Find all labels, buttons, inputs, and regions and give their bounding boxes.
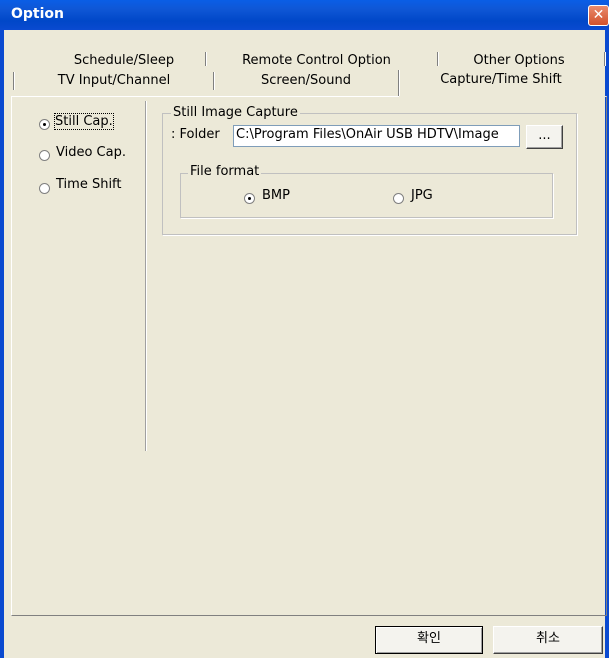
still-image-capture-title: Still Image Capture <box>171 105 300 120</box>
close-icon: ✕ <box>592 7 605 23</box>
browse-folder-button[interactable]: ... <box>526 125 563 149</box>
tab-separator <box>205 52 207 66</box>
active-tab-joint <box>399 96 606 97</box>
jpg-label[interactable]: JPG <box>411 188 433 203</box>
tab-remote-control-option[interactable]: Remote Control Option <box>214 53 419 68</box>
cancel-button[interactable]: 취소 <box>493 626 603 654</box>
window-frame-left <box>0 30 4 658</box>
time-shift-radio[interactable] <box>39 183 50 194</box>
tab-capture-time-shift[interactable]: Capture/Time Shift <box>405 72 597 87</box>
jpg-radio[interactable] <box>393 193 404 204</box>
tab-separator <box>213 72 215 90</box>
video-cap-radio[interactable] <box>39 150 50 161</box>
file-format-title: File format <box>188 164 262 179</box>
folder-path-input[interactable]: C:\Program Files\OnAir USB HDTV\Image <box>233 125 520 147</box>
tab-schedule-sleep[interactable]: Schedule/Sleep <box>40 53 208 68</box>
still-cap-label[interactable]: Still Cap. <box>54 113 114 130</box>
file-format-group <box>180 173 553 218</box>
ok-button[interactable]: 확인 <box>375 626 483 654</box>
tab-separator <box>13 72 15 90</box>
tab-other-options[interactable]: Other Options <box>445 53 593 68</box>
tab-screen-sound[interactable]: Screen/Sound <box>222 73 390 88</box>
bmp-label[interactable]: BMP <box>262 188 290 203</box>
column-divider <box>145 101 147 451</box>
still-cap-radio[interactable] <box>39 119 50 130</box>
window-title: Option <box>11 6 64 22</box>
folder-label: : Folder <box>171 127 220 142</box>
close-button[interactable]: ✕ <box>588 5 609 26</box>
title-bar[interactable]: Option ✕ <box>0 0 609 30</box>
tab-separator <box>437 52 439 66</box>
time-shift-label[interactable]: Time Shift <box>56 177 122 192</box>
tab-separator <box>398 70 400 96</box>
video-cap-label[interactable]: Video Cap. <box>56 145 126 160</box>
tab-tv-input-channel[interactable]: TV Input/Channel <box>24 73 204 88</box>
tab-separator <box>604 52 606 66</box>
bmp-radio[interactable] <box>244 193 255 204</box>
